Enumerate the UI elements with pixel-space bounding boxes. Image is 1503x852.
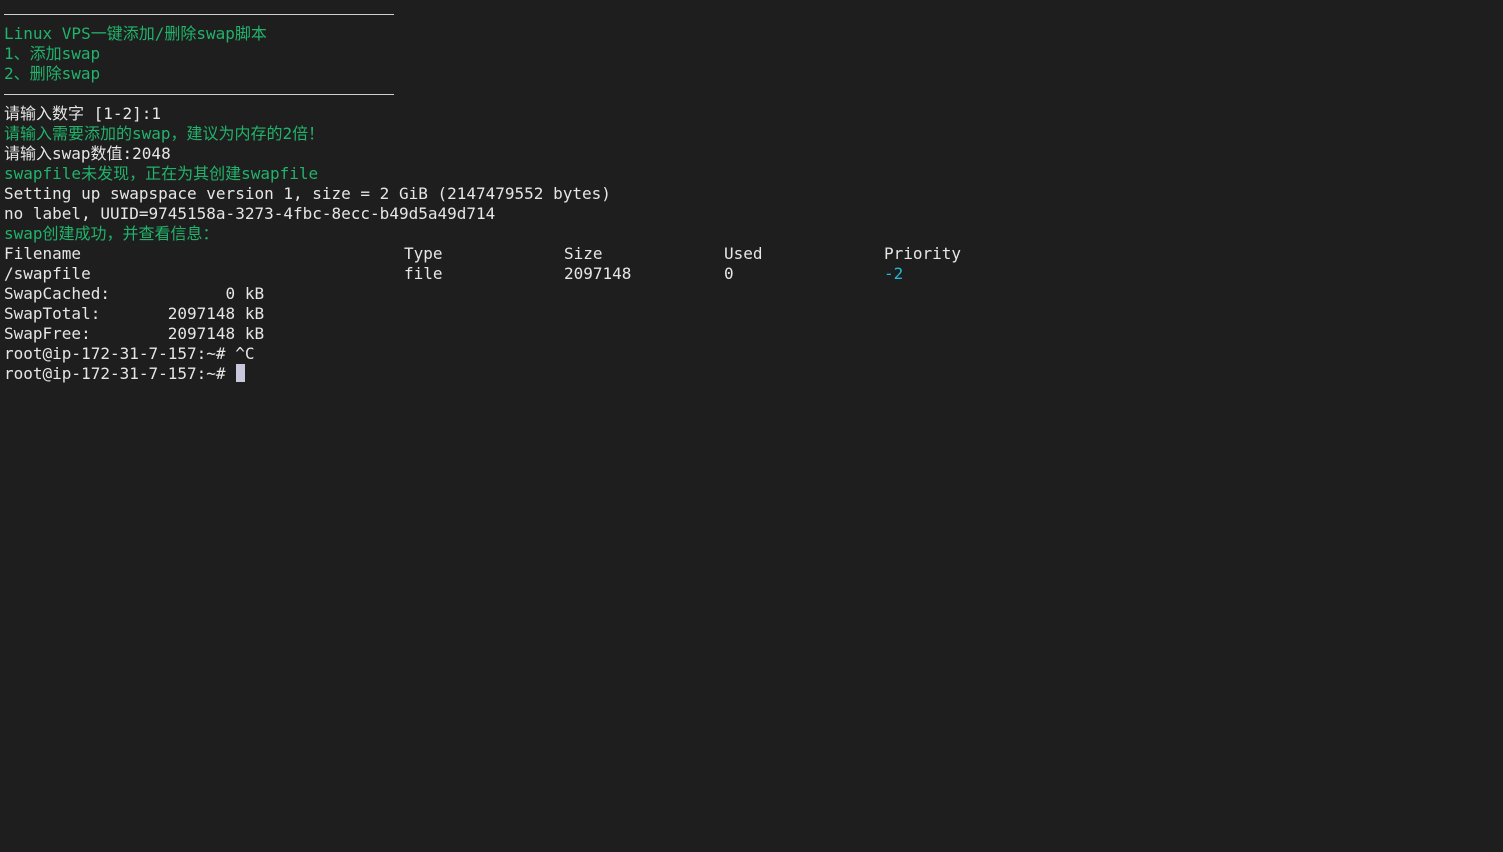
header-filename: Filename	[4, 244, 82, 263]
hint-swap-size: 请输入需要添加的swap，建议为内存的2倍！	[4, 124, 325, 143]
header-size: Size	[564, 244, 603, 263]
shell-prompt: root@ip-172-31-7-157:~#	[4, 364, 236, 383]
shell-interrupted-line: root@ip-172-31-7-157:~# ^C	[4, 344, 255, 363]
row-priority: -2	[884, 264, 904, 283]
row-size: 2097148	[564, 264, 632, 283]
mkswap-uuid-output: no label, UUID=9745158a-3273-4fbc-8ecc-b…	[4, 204, 496, 223]
header-type: Type	[404, 244, 443, 263]
swaps-table-header: Filename Type Size Used Priority	[4, 244, 1503, 264]
swaps-table-row: /swapfile file 2097148 0 -2	[4, 264, 1503, 284]
prompt-swap-size: 请输入swap数值:2048	[4, 144, 171, 163]
swap-success-message: swap创建成功，并查看信息：	[4, 224, 219, 243]
meminfo-swap-free: SwapFree: 2097148 kB	[4, 324, 265, 343]
menu-title: Linux VPS一键添加/删除swap脚本	[4, 24, 267, 43]
prompt-choice: 请输入数字 [1-2]:1	[4, 104, 162, 123]
meminfo-swap-total: SwapTotal: 2097148 kB	[4, 304, 265, 323]
header-used: Used	[724, 244, 763, 263]
row-used: 0	[724, 264, 734, 283]
separator-top	[4, 4, 1503, 24]
mkswap-setup-output: Setting up swapspace version 1, size = 2…	[4, 184, 611, 203]
text-cursor[interactable]	[236, 364, 246, 382]
row-filename: /swapfile	[4, 264, 91, 283]
header-priority: Priority	[884, 244, 962, 263]
terminal-window[interactable]: Linux VPS一键添加/删除swap脚本 1、添加swap 2、删除swap…	[0, 0, 1503, 852]
shell-prompt-line[interactable]: root@ip-172-31-7-157:~#	[4, 364, 1503, 384]
row-type: file	[404, 264, 443, 283]
meminfo-swap-cached: SwapCached: 0 kB	[4, 284, 265, 303]
menu-option-delete: 2、删除swap	[4, 64, 101, 83]
separator-bottom	[4, 84, 1503, 104]
menu-option-add: 1、添加swap	[4, 44, 101, 63]
swapfile-not-found: swapfile未发现，正在为其创建swapfile	[4, 164, 319, 183]
